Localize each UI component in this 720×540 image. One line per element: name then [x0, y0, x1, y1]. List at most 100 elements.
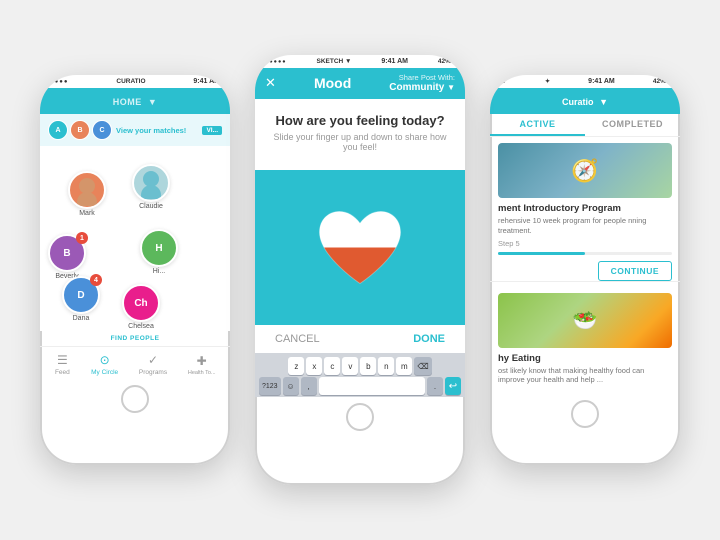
phones-container: ●●●● CURATIO 9:41 AM HOME ▼ A B C View y…	[0, 0, 720, 540]
mycircle-icon: ⊙	[97, 352, 113, 368]
share-section: Share Post With: Community ▼	[389, 73, 455, 93]
phone-right: ▲ ✦ 9:41 AM 42% ▪ Curatio ▼ ACTIVE COMPL…	[490, 75, 680, 465]
card-1-title: ment Introductory Program	[498, 203, 672, 214]
find-people-link[interactable]: FIND PEOPLE	[40, 331, 230, 346]
key-b[interactable]: b	[360, 357, 376, 375]
mood-title: Mood	[314, 75, 351, 91]
share-arrow: ▼	[447, 83, 455, 92]
key-emoji[interactable]: ☺	[283, 377, 299, 395]
circle-area: Mark Claudie B 1 Beverly H Hi...	[40, 146, 230, 331]
progress-bar-fill	[498, 252, 585, 255]
programs-icon: ✓	[145, 352, 161, 368]
compass-background: 🧭	[498, 143, 672, 198]
key-m[interactable]: m	[396, 357, 412, 375]
person-claudie[interactable]: Claudie	[132, 164, 170, 210]
card-1-desc: rehensive 10 week program for people nni…	[498, 216, 672, 236]
progress-bar-bg	[498, 252, 672, 255]
match-avatars: A B C	[48, 118, 112, 142]
avatar-hi: H	[140, 229, 178, 267]
home-button-right[interactable]	[571, 400, 599, 428]
right-header: Curatio ▼	[490, 88, 680, 114]
mood-header: ✕ Mood Share Post With: Community ▼	[255, 68, 465, 99]
phone-left: ●●●● CURATIO 9:41 AM HOME ▼ A B C View y…	[40, 75, 230, 465]
center-time: 9:41 AM	[381, 58, 408, 65]
feed-icon: ☰	[54, 352, 70, 368]
avatar-beverly-wrap: B 1	[48, 234, 86, 272]
key-space[interactable]	[319, 377, 425, 395]
match-banner[interactable]: A B C View your matches! VI...	[40, 114, 230, 146]
tab-active[interactable]: ACTIVE	[490, 114, 585, 136]
person-chelsea-name: Chelsea	[128, 323, 154, 330]
continue-button[interactable]: CONTINUE	[598, 261, 672, 281]
key-v[interactable]: v	[342, 357, 358, 375]
card-2-title: hy Eating	[498, 353, 672, 364]
key-z[interactable]: z	[288, 357, 304, 375]
home-button-center[interactable]	[346, 403, 374, 431]
person-dana[interactable]: D 4 Dana	[62, 276, 100, 322]
mood-actions: CANCEL DONE	[255, 325, 465, 353]
bottom-nav: ☰ Feed ⊙ My Circle ✓ Programs ✚ Health T…	[40, 346, 230, 379]
right-wifi: ✦	[545, 78, 550, 85]
right-time: 9:41 AM	[588, 78, 615, 85]
time-display: 9:41 AM	[193, 78, 220, 85]
share-value[interactable]: Community ▼	[389, 82, 455, 93]
banner-text: View your matches!	[116, 126, 186, 135]
person-beverly[interactable]: B 1 Beverly	[48, 234, 86, 280]
key-n[interactable]: n	[378, 357, 394, 375]
nav-programs-label: Programs	[139, 369, 167, 376]
card-divider	[490, 281, 680, 282]
tab-bar: ACTIVE COMPLETED	[490, 114, 680, 137]
signal-dots: ●●●●	[50, 79, 69, 85]
nav-programs[interactable]: ✓ Programs	[139, 352, 167, 376]
right-signal: ▲	[500, 79, 507, 85]
center-carrier: SKETCH ▼	[317, 58, 352, 65]
person-hi[interactable]: H Hi...	[140, 229, 178, 275]
card-introductory: 🧭 ment Introductory Program rehensive 10…	[490, 137, 680, 267]
person-chelsea[interactable]: Ch Chelsea	[122, 284, 160, 330]
keyboard-row-2: ?123 ☺ , . ↩	[257, 377, 463, 395]
nav-healthtools-label: Health To...	[188, 370, 216, 376]
mood-subtext: Slide your finger up and down to share h…	[265, 132, 455, 152]
key-period[interactable]: .	[427, 377, 443, 395]
nav-mycircle-label: My Circle	[91, 369, 118, 376]
nav-feed[interactable]: ☰ Feed	[54, 352, 70, 376]
card-1-step: Step 5	[498, 239, 672, 248]
center-status-bar: ●●●●● SKETCH ▼ 9:41 AM 42% ▪	[255, 55, 465, 68]
food-background: 🥗	[498, 293, 672, 348]
key-backspace[interactable]: ⌫	[414, 357, 431, 375]
home-button-left[interactable]	[121, 385, 149, 413]
keyboard-row-1: z x c v b n m ⌫	[257, 357, 463, 375]
card-image-food: 🥗	[498, 293, 672, 348]
key-x[interactable]: x	[306, 357, 322, 375]
center-signal: ●●●●●	[265, 59, 287, 65]
person-dana-name: Dana	[73, 315, 90, 322]
right-battery: 42% ▪	[653, 78, 670, 85]
key-123[interactable]: ?123	[259, 377, 281, 395]
key-return[interactable]: ↩	[445, 377, 461, 395]
cancel-button[interactable]: CANCEL	[275, 333, 320, 345]
share-label: Share Post With:	[389, 73, 455, 82]
home-arrow[interactable]: ▼	[148, 97, 157, 107]
nav-feed-label: Feed	[55, 369, 70, 376]
nav-mycircle[interactable]: ⊙ My Circle	[91, 352, 118, 376]
person-mark[interactable]: Mark	[68, 171, 106, 217]
curatio-arrow[interactable]: ▼	[599, 97, 608, 107]
avatar-chelsea: Ch	[122, 284, 160, 322]
mood-heart-area[interactable]	[255, 170, 465, 325]
tab-completed[interactable]: COMPLETED	[585, 114, 680, 136]
avatar-1: A	[48, 120, 68, 140]
heart-icon	[315, 205, 405, 290]
nav-healthtools[interactable]: ✚ Health To...	[188, 353, 216, 376]
avatar-mark	[68, 171, 106, 209]
key-comma[interactable]: ,	[301, 377, 317, 395]
carrier-name: CURATIO	[116, 78, 145, 85]
view-button[interactable]: VI...	[202, 126, 222, 135]
person-claudie-name: Claudie	[139, 203, 163, 210]
close-button[interactable]: ✕	[265, 75, 276, 91]
healthtools-icon: ✚	[194, 353, 210, 369]
avatar-dana-wrap: D 4	[62, 276, 100, 314]
done-button[interactable]: DONE	[413, 333, 445, 345]
key-c[interactable]: c	[324, 357, 340, 375]
right-status-bar: ▲ ✦ 9:41 AM 42% ▪	[490, 75, 680, 88]
left-header: HOME ▼	[40, 88, 230, 114]
